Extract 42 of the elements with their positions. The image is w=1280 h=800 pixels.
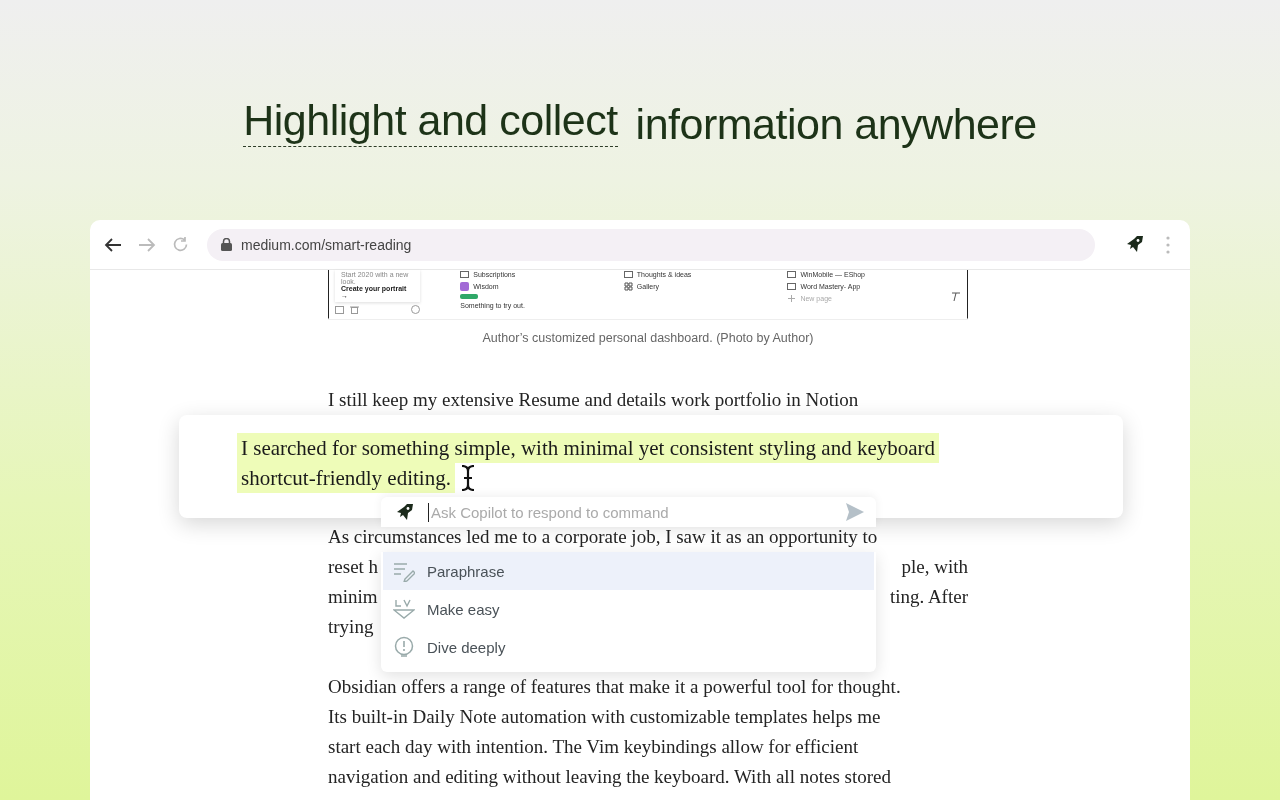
paragraph-line: As circumstances led me to a corporate job, I saw it as an opportunity to — [328, 525, 879, 549]
highlighted-text: I searched for something simple, with minimal yet consistent styling and keyboard — [237, 433, 940, 463]
back-arrow-icon[interactable] — [104, 236, 122, 253]
heading-text: information anywhere — [635, 99, 1037, 150]
menu-item[interactable]: Make easy — [383, 590, 874, 628]
pencil-lines-icon — [393, 560, 415, 582]
lightbulb-icon — [393, 636, 415, 658]
grid-icon — [623, 282, 633, 291]
menu-item[interactable]: Dive deeply — [383, 628, 874, 666]
address-bar[interactable]: medium.com/smart-reading — [207, 228, 1095, 261]
text-cursor-icon — [460, 465, 475, 491]
paragraph-fragment: reset h — [328, 555, 379, 579]
level-down-icon — [393, 598, 415, 620]
rocket-icon[interactable] — [1125, 235, 1144, 254]
brush-stroke — [460, 294, 479, 299]
reload-icon[interactable] — [172, 236, 189, 253]
page-icon — [623, 270, 633, 279]
text-format-icon — [951, 292, 961, 302]
paragraph-fragment: ple, with — [901, 555, 968, 579]
command-input[interactable]: Ask Copilot to respond to command — [428, 502, 832, 522]
paragraph-line: Its built-in Daily Note automation with customizable templates helps me — [328, 705, 882, 729]
forward-arrow-icon[interactable] — [138, 236, 156, 253]
highlighted-heading-text: Highlight and collect — [243, 96, 618, 147]
highlighted-text: shortcut-friendly editing. — [237, 463, 455, 493]
lock-icon — [221, 238, 232, 251]
rocket-icon — [395, 502, 414, 522]
paragraph-fragment: minim — [328, 585, 378, 609]
trash-icon — [350, 305, 359, 314]
paragraph-line: start each day with intention. The Vim keybindings allow for efficient — [328, 735, 860, 759]
more-icon[interactable] — [1166, 235, 1170, 254]
url-text: medium.com/smart-reading — [241, 236, 412, 253]
figure-caption: Author’s customized personal dashboard. (Photo by Author) — [481, 331, 815, 345]
paragraph-line: navigation and editing without leaving the keyboard. With all notes stored — [328, 765, 892, 789]
send-icon[interactable] — [846, 503, 864, 521]
paragraph-line: Obsidian offers a range of features that make it a powerful tool for thought. — [328, 675, 902, 699]
menu-item[interactable]: Paraphrase — [383, 552, 874, 590]
add-icon — [787, 294, 797, 303]
paragraph-fragment: ting. After — [889, 585, 968, 609]
paragraph-fragment: trying — [328, 615, 374, 639]
paragraph-line: I still keep my extensive Resume and details work portfolio in Notion — [328, 388, 860, 412]
page-icon — [460, 270, 470, 279]
app-icon — [460, 282, 470, 291]
